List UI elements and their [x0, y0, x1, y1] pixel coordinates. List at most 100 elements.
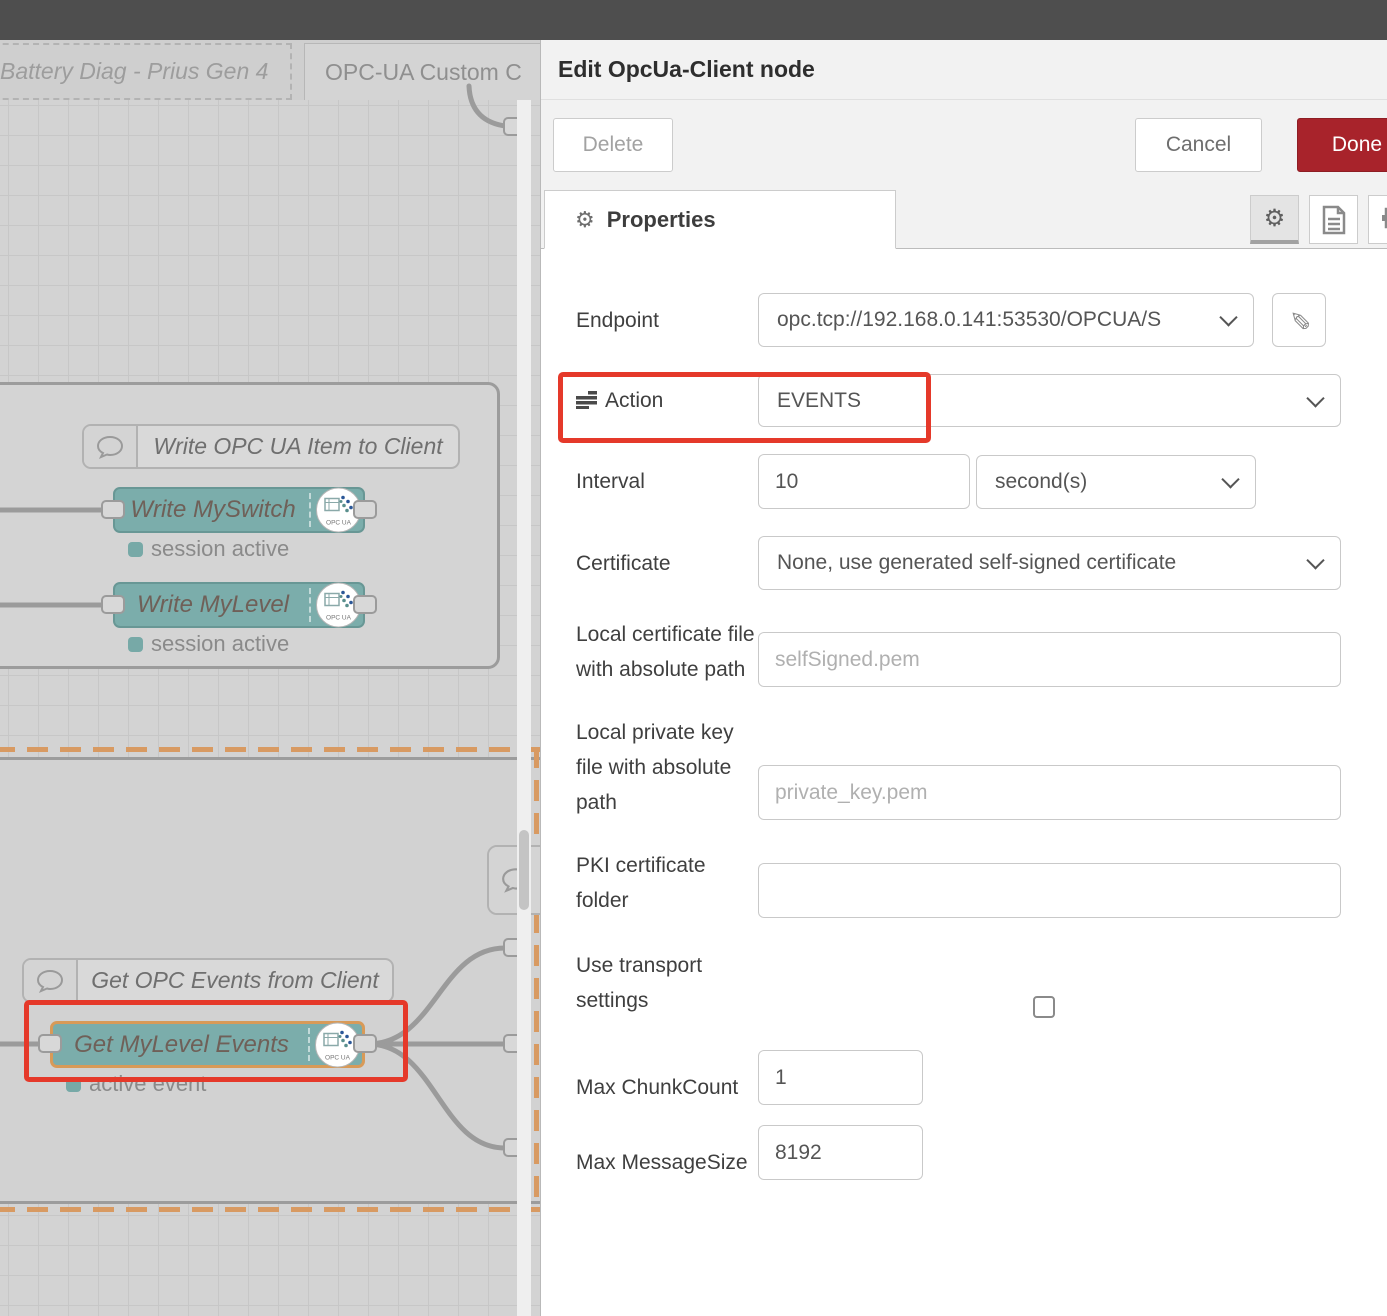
comment-node-write[interactable]: Write OPC UA Item to Client	[82, 424, 460, 469]
status-text: session active	[151, 631, 289, 657]
max-chunkcount-input[interactable]	[758, 1050, 923, 1105]
local-cert-input[interactable]	[758, 632, 1341, 687]
comment-label: Get OPC Events from Client	[78, 960, 392, 1001]
node-settings-button[interactable]: ⚙	[1250, 195, 1299, 244]
tray-toolbar: Delete Cancel Done	[541, 100, 1387, 190]
tab-label: Battery Diag - Prius Gen 4	[0, 58, 268, 85]
comment-node-partial[interactable]	[487, 845, 540, 915]
action-value: EVENTS	[777, 389, 861, 413]
delete-button[interactable]: Delete	[553, 118, 673, 172]
certificate-value: None, use generated self-signed certific…	[777, 551, 1176, 575]
status-dot-icon	[128, 637, 143, 652]
node-write-mylevel[interactable]: Write MyLevel OPC UA	[113, 582, 365, 628]
app-header-bar	[0, 0, 1387, 40]
tab-opcua-custom[interactable]: OPC-UA Custom C	[304, 43, 540, 100]
node-output-port[interactable]	[353, 1034, 377, 1053]
certificate-select[interactable]: None, use generated self-signed certific…	[758, 536, 1341, 590]
tab-properties-label: Properties	[607, 207, 716, 233]
comment-node-get[interactable]: Get OPC Events from Client	[22, 958, 394, 1003]
flow-canvas[interactable]: Write OPC UA Item to Client Write MySwit…	[0, 100, 540, 1316]
messagesize-row: Max MessageSize	[576, 1125, 1387, 1180]
action-row: Action EVENTS	[576, 374, 1387, 427]
wires-layer	[0, 100, 540, 1316]
transport-row: Use transport settings	[576, 948, 1387, 1018]
status-text: active event	[89, 1071, 206, 1097]
flow-tabbar: Battery Diag - Prius Gen 4 OPC-UA Custom…	[0, 40, 540, 100]
private-key-row: Local private key file with absolute pat…	[576, 715, 1387, 820]
chevron-down-icon	[1219, 308, 1237, 326]
tab-battery-diag[interactable]: Battery Diag - Prius Gen 4	[0, 43, 292, 100]
wire	[368, 1044, 505, 1148]
node-red-app: Battery Diag - Prius Gen 4 OPC-UA Custom…	[0, 0, 1387, 1316]
transport-label: Use transport settings	[576, 948, 758, 1018]
comment-bubble-icon	[24, 960, 78, 1001]
max-messagesize-input[interactable]	[758, 1125, 923, 1180]
pki-row: PKI certificate folder	[576, 848, 1387, 918]
tab-properties[interactable]: ⚙ Properties	[544, 190, 896, 249]
local-cert-row: Local certificate file with absolute pat…	[576, 617, 1387, 687]
gear-icon: ⚙	[1264, 204, 1286, 233]
node-output-port[interactable]	[353, 500, 377, 519]
interval-unit-value: second(s)	[995, 470, 1087, 494]
pki-folder-input[interactable]	[758, 863, 1341, 918]
interval-label: Interval	[576, 464, 758, 499]
chevron-down-icon	[1306, 551, 1324, 569]
workspace-vertical-scrollbar[interactable]	[517, 100, 531, 1316]
action-select[interactable]: EVENTS	[758, 374, 1341, 427]
gear-icon: ⚙	[575, 207, 595, 233]
chunkcount-label: Max ChunkCount	[576, 1070, 758, 1105]
scrollbar-thumb[interactable]	[519, 830, 529, 910]
node-input-port[interactable]	[38, 1034, 62, 1053]
node-label: Get MyLevel Events	[59, 1024, 304, 1065]
document-icon	[1321, 205, 1347, 235]
messagesize-label: Max MessageSize	[576, 1145, 758, 1180]
endpoint-value: opc.tcp://192.168.0.141:53530/OPCUA/S	[777, 308, 1161, 332]
action-label: Action	[576, 383, 758, 418]
node-input-port[interactable]	[101, 500, 125, 519]
node-icon-separator	[309, 493, 311, 527]
cancel-button[interactable]: Cancel	[1135, 118, 1262, 172]
node-input-port[interactable]	[101, 595, 125, 614]
appearance-icon	[1380, 205, 1387, 235]
node-get-mylevel-events[interactable]: Get MyLevel Events OPC UA	[50, 1021, 365, 1068]
done-button[interactable]: Done	[1297, 118, 1387, 172]
node-description-button[interactable]	[1309, 195, 1358, 244]
node-status: session active	[128, 536, 289, 562]
node-appearance-button[interactable]	[1368, 195, 1387, 244]
chevron-down-icon	[1221, 470, 1239, 488]
comment-bubble-icon	[489, 847, 540, 913]
local-cert-label: Local certificate file with absolute pat…	[576, 617, 758, 687]
private-key-label: Local private key file with absolute pat…	[576, 715, 758, 820]
endpoint-row: Endpoint opc.tcp://192.168.0.141:53530/O…	[576, 293, 1387, 347]
transport-settings-checkbox[interactable]	[1033, 996, 1055, 1018]
interval-input[interactable]	[758, 454, 970, 509]
certificate-label: Certificate	[576, 546, 758, 581]
status-dot-icon	[66, 1077, 81, 1092]
interval-unit-select[interactable]: second(s)	[976, 455, 1256, 509]
action-list-icon	[576, 391, 597, 409]
tray-content: Endpoint opc.tcp://192.168.0.141:53530/O…	[541, 249, 1387, 1316]
node-output-port[interactable]	[353, 595, 377, 614]
node-status: session active	[128, 631, 289, 657]
comment-bubble-icon	[84, 426, 138, 467]
endpoint-select[interactable]: opc.tcp://192.168.0.141:53530/OPCUA/S	[758, 293, 1254, 347]
status-text: session active	[151, 536, 289, 562]
comment-label: Write OPC UA Item to Client	[138, 426, 458, 467]
status-dot-icon	[128, 542, 143, 557]
endpoint-label: Endpoint	[576, 303, 758, 338]
edit-endpoint-button[interactable]: ✎	[1272, 293, 1326, 347]
flow-workspace: Battery Diag - Prius Gen 4 OPC-UA Custom…	[0, 40, 540, 1316]
node-label: Write MyLevel	[121, 584, 305, 626]
tab-label: OPC-UA Custom C	[325, 59, 522, 86]
svg-text:OPC UA: OPC UA	[326, 615, 352, 622]
private-key-input[interactable]	[758, 765, 1341, 820]
node-write-myswitch[interactable]: Write MySwitch OPC UA	[113, 487, 365, 533]
tray-title: Edit OpcUa-Client node	[558, 56, 815, 83]
node-label: Write MySwitch	[121, 489, 305, 531]
interval-row: Interval second(s)	[576, 454, 1387, 509]
svg-text:OPC UA: OPC UA	[326, 520, 352, 527]
node-status: active event	[66, 1071, 206, 1097]
svg-text:OPC UA: OPC UA	[325, 1054, 351, 1061]
edit-tray: Edit OpcUa-Client node Delete Cancel Don…	[540, 40, 1387, 1316]
tray-tabrow: ⚙ Properties ⚙	[541, 190, 1387, 249]
